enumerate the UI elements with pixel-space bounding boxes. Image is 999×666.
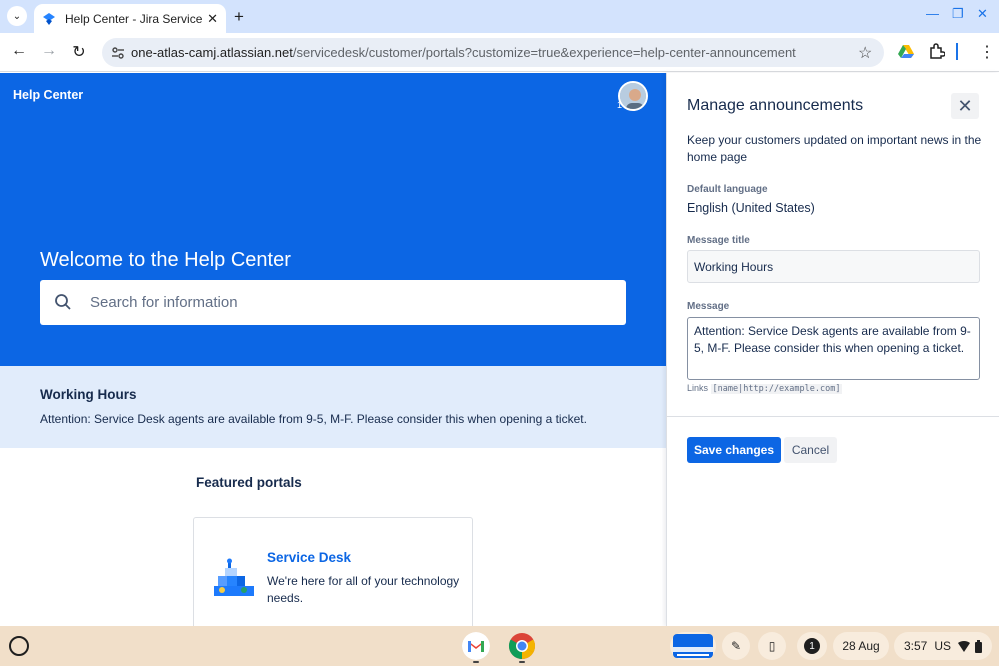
- chrome-running-indicator: [519, 661, 525, 663]
- tab-close-icon[interactable]: ✕: [207, 11, 218, 27]
- profile-divider: [956, 43, 958, 60]
- extensions-puzzle-icon[interactable]: [928, 43, 945, 60]
- close-window-icon[interactable]: ✕: [977, 6, 988, 22]
- links-hint-code: [name|http://example.com]: [710, 384, 843, 394]
- date-text: 28 Aug: [842, 639, 880, 653]
- chrome-app-icon[interactable]: [508, 632, 536, 660]
- jira-service-management-icon: [43, 12, 55, 25]
- holding-space-thumbnail[interactable]: [670, 632, 716, 660]
- locale-text: US: [934, 639, 952, 653]
- browser-menu-icon[interactable]: ⋮: [979, 42, 995, 62]
- message-label: Message: [687, 301, 730, 312]
- notification-counter[interactable]: 1: [797, 632, 827, 660]
- announcement-message: Attention: Service Desk agents are avail…: [40, 412, 587, 426]
- clock-text: 3:57: [904, 639, 928, 653]
- message-title-label: Message title: [687, 235, 750, 246]
- restore-window-icon[interactable]: ❐: [952, 6, 964, 22]
- user-avatar[interactable]: [618, 81, 648, 111]
- help-center-label[interactable]: Help Center: [13, 88, 83, 102]
- google-drive-icon[interactable]: [898, 44, 914, 59]
- help-center-hero: Help Center 1 Welcome to the Help Center…: [0, 73, 666, 366]
- manage-announcements-panel: Manage announcements ✕ Keep your custome…: [666, 73, 999, 626]
- announcement-banner: Working Hours Attention: Service Desk ag…: [0, 366, 666, 448]
- forward-icon[interactable]: →: [39, 42, 59, 60]
- save-changes-button[interactable]: Save changes: [687, 437, 781, 463]
- service-desk-illustration-icon: [214, 558, 254, 596]
- gmail-app-icon[interactable]: [462, 632, 490, 660]
- search-icon: [55, 294, 71, 310]
- announcement-title: Working Hours: [40, 387, 137, 402]
- status-tray[interactable]: 3:57 US: [894, 632, 992, 660]
- portal-description: We're here for all of your technology ne…: [267, 574, 460, 605]
- featured-portals-heading: Featured portals: [196, 475, 302, 490]
- links-hint-prefix: Links: [687, 383, 709, 393]
- portal-name[interactable]: Service Desk: [267, 550, 351, 565]
- battery-icon: [975, 639, 982, 653]
- browser-toolbar: ← → ↻ one-atlas-camj.atlassian.net/servi…: [0, 33, 999, 72]
- panel-divider: [667, 416, 999, 417]
- tab-title: Help Center - Jira Service Management: [65, 11, 205, 26]
- bookmark-star-icon[interactable]: ☆: [858, 43, 872, 63]
- links-hint: Links [name|http://example.com]: [687, 383, 843, 394]
- stylus-tools-icon[interactable]: ✎: [722, 632, 750, 660]
- minimize-window-icon[interactable]: —: [926, 6, 939, 21]
- back-icon[interactable]: ←: [9, 42, 29, 60]
- help-center-search-input[interactable]: Search for information: [40, 280, 626, 325]
- browser-tab-bar: ⌄ Help Center - Jira Service Management …: [0, 0, 999, 33]
- portal-card-service-desk[interactable]: Service Desk We're here for all of your …: [193, 517, 473, 637]
- phone-hub-icon[interactable]: ▯: [758, 632, 786, 660]
- message-textarea[interactable]: Attention: Service Desk agents are avail…: [687, 317, 980, 380]
- new-tab-button[interactable]: +: [234, 7, 244, 27]
- cancel-button[interactable]: Cancel: [784, 437, 837, 463]
- url-text: one-atlas-camj.atlassian.net/servicedesk…: [131, 45, 796, 60]
- date-tray[interactable]: 28 Aug: [833, 632, 889, 660]
- browser-tab-help-center[interactable]: Help Center - Jira Service Management ✕: [34, 4, 226, 33]
- panel-title: Manage announcements: [687, 97, 864, 114]
- wifi-icon: [958, 640, 971, 652]
- os-shelf: ✎ ▯ 1 28 Aug 3:57 US: [0, 626, 999, 666]
- reload-icon[interactable]: ↻: [69, 42, 89, 62]
- screenshot-thumbnail-icon: [673, 634, 713, 658]
- site-info-icon[interactable]: [110, 45, 126, 61]
- avatar-badge: 1: [617, 100, 623, 110]
- close-icon: ✕: [957, 95, 973, 116]
- message-title-field[interactable]: Working Hours: [687, 250, 980, 283]
- default-language-value: English (United States): [687, 201, 815, 215]
- default-language-label: Default language: [687, 184, 768, 195]
- panel-description: Keep your customers updated on important…: [687, 133, 982, 164]
- tab-search-chevron-icon[interactable]: ⌄: [7, 6, 27, 26]
- notification-count: 1: [804, 638, 820, 654]
- search-placeholder: Search for information: [90, 294, 238, 311]
- address-bar[interactable]: one-atlas-camj.atlassian.net/servicedesk…: [102, 38, 884, 67]
- welcome-heading: Welcome to the Help Center: [40, 249, 291, 271]
- avatar-photo-icon: [620, 83, 646, 109]
- close-panel-button[interactable]: ✕: [951, 93, 979, 119]
- launcher-icon[interactable]: [9, 636, 29, 656]
- gmail-running-indicator: [473, 661, 479, 663]
